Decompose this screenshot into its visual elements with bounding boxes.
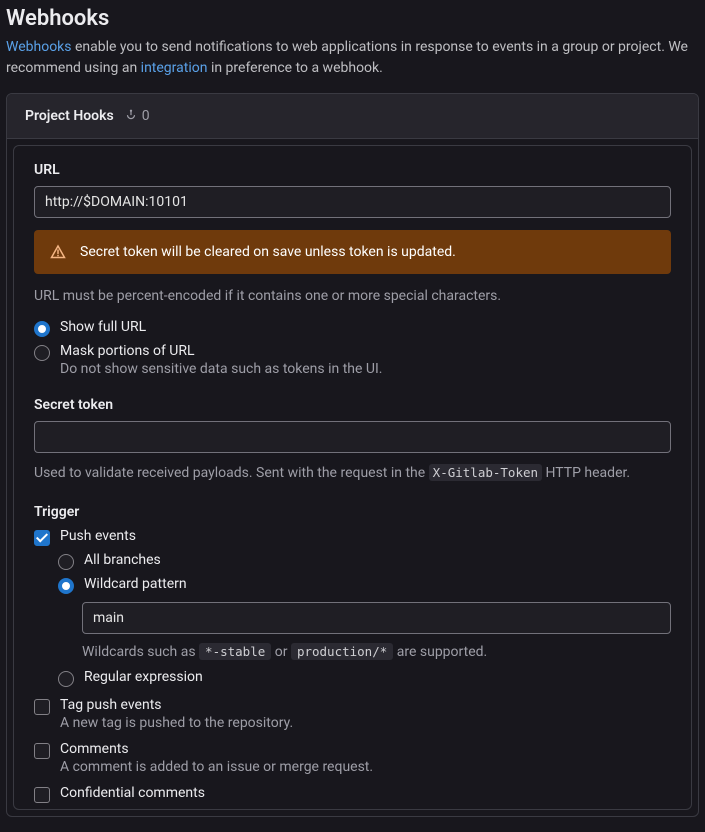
secret-token-helper: Used to validate received payloads. Sent…: [34, 463, 671, 484]
wildcard-pattern-input[interactable]: [82, 602, 671, 634]
wildcard-helper: Wildcards such as *-stable or production…: [82, 642, 671, 663]
wc-code2: production/*: [291, 643, 393, 660]
alert-text: Secret token will be cleared on save unl…: [80, 244, 456, 260]
mask-url-radio[interactable]: [34, 345, 50, 361]
push-events-label: Push events: [60, 528, 136, 544]
mask-url-label: Mask portions of URL: [60, 343, 382, 359]
url-helper: URL must be percent-encoded if it contai…: [34, 286, 671, 307]
comments-desc: A comment is added to an issue or merge …: [60, 759, 373, 775]
comments-label: Comments: [60, 741, 373, 757]
regex-label: Regular expression: [84, 669, 203, 685]
panel-title: Project Hooks: [25, 108, 114, 124]
secret-token-label: Secret token: [34, 397, 671, 413]
conf-comments-label: Confidential comments: [60, 785, 205, 801]
all-branches-label: All branches: [84, 552, 161, 568]
wc-code1: *-stable: [199, 643, 271, 660]
tag-push-label: Tag push events: [60, 697, 293, 713]
push-events-checkbox[interactable]: [34, 530, 50, 546]
integration-link[interactable]: integration: [141, 60, 208, 76]
show-full-url-radio[interactable]: [34, 321, 50, 337]
show-full-url-label: Show full URL: [60, 319, 146, 335]
panel-header: Project Hooks 0: [7, 94, 698, 139]
project-hooks-panel: Project Hooks 0 URL Secret token will be…: [6, 93, 699, 817]
secret-helper-post: HTTP header.: [546, 465, 631, 481]
desc-text-2: in preference to a webhook.: [207, 60, 382, 76]
comments-checkbox[interactable]: [34, 743, 50, 759]
url-label: URL: [34, 162, 671, 178]
page-description: Webhooks enable you to send notification…: [6, 37, 699, 79]
secret-token-alert: Secret token will be cleared on save unl…: [34, 230, 671, 274]
wc-pre: Wildcards such as: [82, 644, 199, 660]
url-input[interactable]: [34, 186, 671, 218]
secret-token-input[interactable]: [34, 421, 671, 453]
hooks-count-wrap: 0: [124, 108, 150, 124]
page-title: Webhooks: [6, 6, 699, 31]
tag-push-desc: A new tag is pushed to the repository.: [60, 715, 293, 731]
all-branches-radio[interactable]: [58, 554, 74, 570]
tag-push-checkbox[interactable]: [34, 699, 50, 715]
x-gitlab-token-code: X-Gitlab-Token: [429, 464, 542, 481]
conf-comments-checkbox[interactable]: [34, 787, 50, 803]
mask-url-desc: Do not show sensitive data such as token…: [60, 361, 382, 377]
wildcard-pattern-label: Wildcard pattern: [84, 576, 187, 592]
wildcard-pattern-radio[interactable]: [58, 578, 74, 594]
hooks-count: 0: [142, 108, 150, 124]
webhooks-link[interactable]: Webhooks: [6, 39, 72, 55]
secret-helper-pre: Used to validate received payloads. Sent…: [34, 465, 429, 481]
warning-icon: [50, 244, 66, 260]
wc-post: are supported.: [397, 644, 487, 660]
webhook-form: URL Secret token will be cleared on save…: [13, 145, 692, 810]
regex-radio[interactable]: [58, 671, 74, 687]
hook-icon: [124, 109, 138, 123]
trigger-label: Trigger: [34, 504, 671, 520]
wc-mid: or: [275, 644, 291, 660]
